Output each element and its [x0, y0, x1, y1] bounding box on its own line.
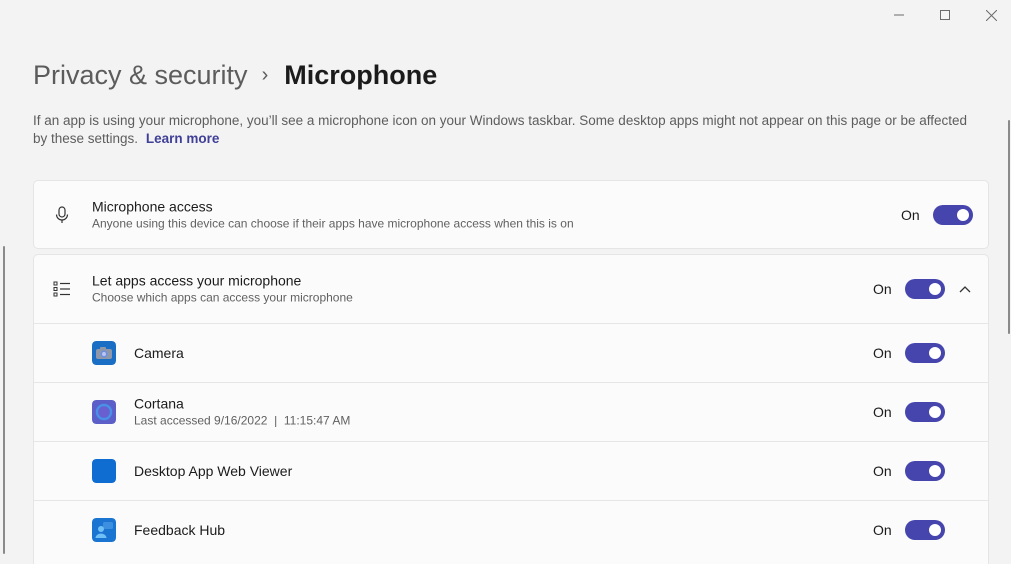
microphone-access-title: Microphone access [92, 198, 213, 215]
feedback-hub-app-icon [92, 518, 116, 542]
microphone-access-state: On [901, 207, 920, 223]
app-name: Feedback Hub [134, 522, 226, 538]
app-row-camera: Camera On [34, 323, 988, 382]
page-title: Microphone [284, 59, 438, 90]
close-button[interactable] [968, 0, 1011, 30]
let-apps-toggle[interactable] [905, 279, 945, 299]
feedback-hub-toggle[interactable] [905, 520, 945, 540]
web-viewer-app-icon [92, 459, 116, 483]
app-state: On [873, 522, 892, 538]
app-name: Cortana [134, 395, 184, 412]
nav-scrollbar[interactable] [3, 246, 5, 554]
app-name: Desktop App Web Viewer [134, 463, 293, 479]
app-row-cortana: Cortana Last accessed 9/16/2022 | 11:15:… [34, 382, 988, 441]
microphone-icon [55, 206, 69, 223]
app-last-accessed: Last accessed 9/16/2022 | 11:15:47 AM [134, 413, 351, 428]
toggle-knob [929, 524, 941, 536]
desktop-app-web-viewer-toggle[interactable] [905, 461, 945, 481]
cortana-app-icon [92, 400, 116, 424]
breadcrumb-parent-link[interactable]: Privacy & security [33, 60, 248, 91]
minimize-button[interactable] [876, 0, 922, 30]
toggle-knob [957, 209, 969, 221]
cortana-toggle[interactable] [905, 402, 945, 422]
app-name: Camera [134, 345, 184, 361]
toggle-knob [929, 283, 941, 295]
let-apps-subtitle: Choose which apps can access your microp… [92, 290, 353, 305]
page-description: If an app is using your microphone, you’… [33, 112, 973, 148]
camera-app-icon [92, 341, 116, 365]
app-state: On [873, 463, 892, 479]
chevron-up-icon[interactable] [957, 281, 973, 297]
chevron-right-icon: › [261, 63, 269, 86]
camera-toggle[interactable] [905, 343, 945, 363]
breadcrumb: Privacy & security › Microphone [33, 55, 437, 95]
let-apps-title: Let apps access your microphone [92, 272, 302, 289]
toggle-knob [929, 465, 941, 477]
close-icon [985, 9, 997, 21]
let-apps-state: On [873, 281, 892, 297]
toggle-knob [929, 347, 941, 359]
app-state: On [873, 404, 892, 420]
app-access-card: Let apps access your microphone Choose w… [33, 254, 989, 564]
microphone-access-row: Microphone access Anyone using this devi… [34, 181, 988, 249]
app-row-feedback-hub: Feedback Hub On [34, 500, 988, 559]
app-list-icon [53, 281, 70, 297]
minimize-icon [894, 14, 904, 16]
maximize-button[interactable] [922, 0, 968, 30]
toggle-knob [929, 406, 941, 418]
app-row-desktop-app-web-viewer: Desktop App Web Viewer On [34, 441, 988, 500]
app-state: On [873, 345, 892, 361]
content-scrollbar[interactable] [1008, 120, 1010, 334]
microphone-access-card: Microphone access Anyone using this devi… [33, 180, 989, 249]
microphone-access-subtitle: Anyone using this device can choose if t… [92, 216, 574, 231]
microphone-access-toggle[interactable] [933, 205, 973, 225]
learn-more-link[interactable]: Learn more [146, 131, 220, 146]
let-apps-access-row[interactable]: Let apps access your microphone Choose w… [34, 255, 988, 323]
maximize-icon [940, 10, 950, 20]
